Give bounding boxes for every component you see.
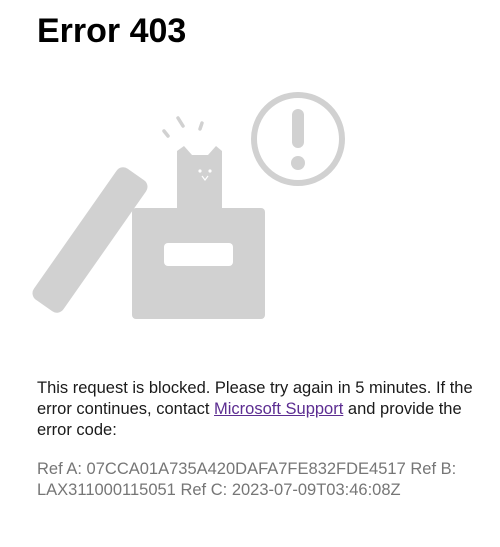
ref-b-label: Ref B:	[410, 460, 457, 478]
surprise-mark-right	[198, 121, 204, 131]
ref-c-value: 2023-07-09T03:46:08Z	[231, 481, 401, 499]
ref-a-label: Ref A:	[37, 460, 82, 478]
error-reference-codes: Ref A: 07CCA01A735A420DAFA7FE832FDE4517 …	[37, 459, 477, 501]
page-title: Error 403	[37, 12, 187, 50]
surprise-mark-left	[162, 129, 170, 138]
cat-eye-left	[198, 169, 202, 173]
alert-exclamation-bar	[292, 109, 304, 148]
cat-in-box-with-alert-icon	[32, 92, 345, 319]
cat-eye-right	[208, 169, 212, 173]
blocked-message: This request is blocked. Please try agai…	[37, 378, 482, 441]
cat-head-shape	[177, 146, 222, 210]
alert-exclamation-dot	[291, 156, 305, 170]
ref-a-value: 07CCA01A735A420DAFA7FE832FDE4517	[86, 460, 406, 478]
microsoft-support-link[interactable]: Microsoft Support	[214, 400, 343, 418]
box-slot	[164, 243, 233, 266]
ref-c-label: Ref C:	[180, 481, 228, 499]
ref-b-value: LAX311000115051	[37, 481, 176, 499]
error-page: Error 403 This request is blocked. Pleas…	[0, 0, 500, 547]
surprise-mark-middle	[176, 116, 185, 128]
